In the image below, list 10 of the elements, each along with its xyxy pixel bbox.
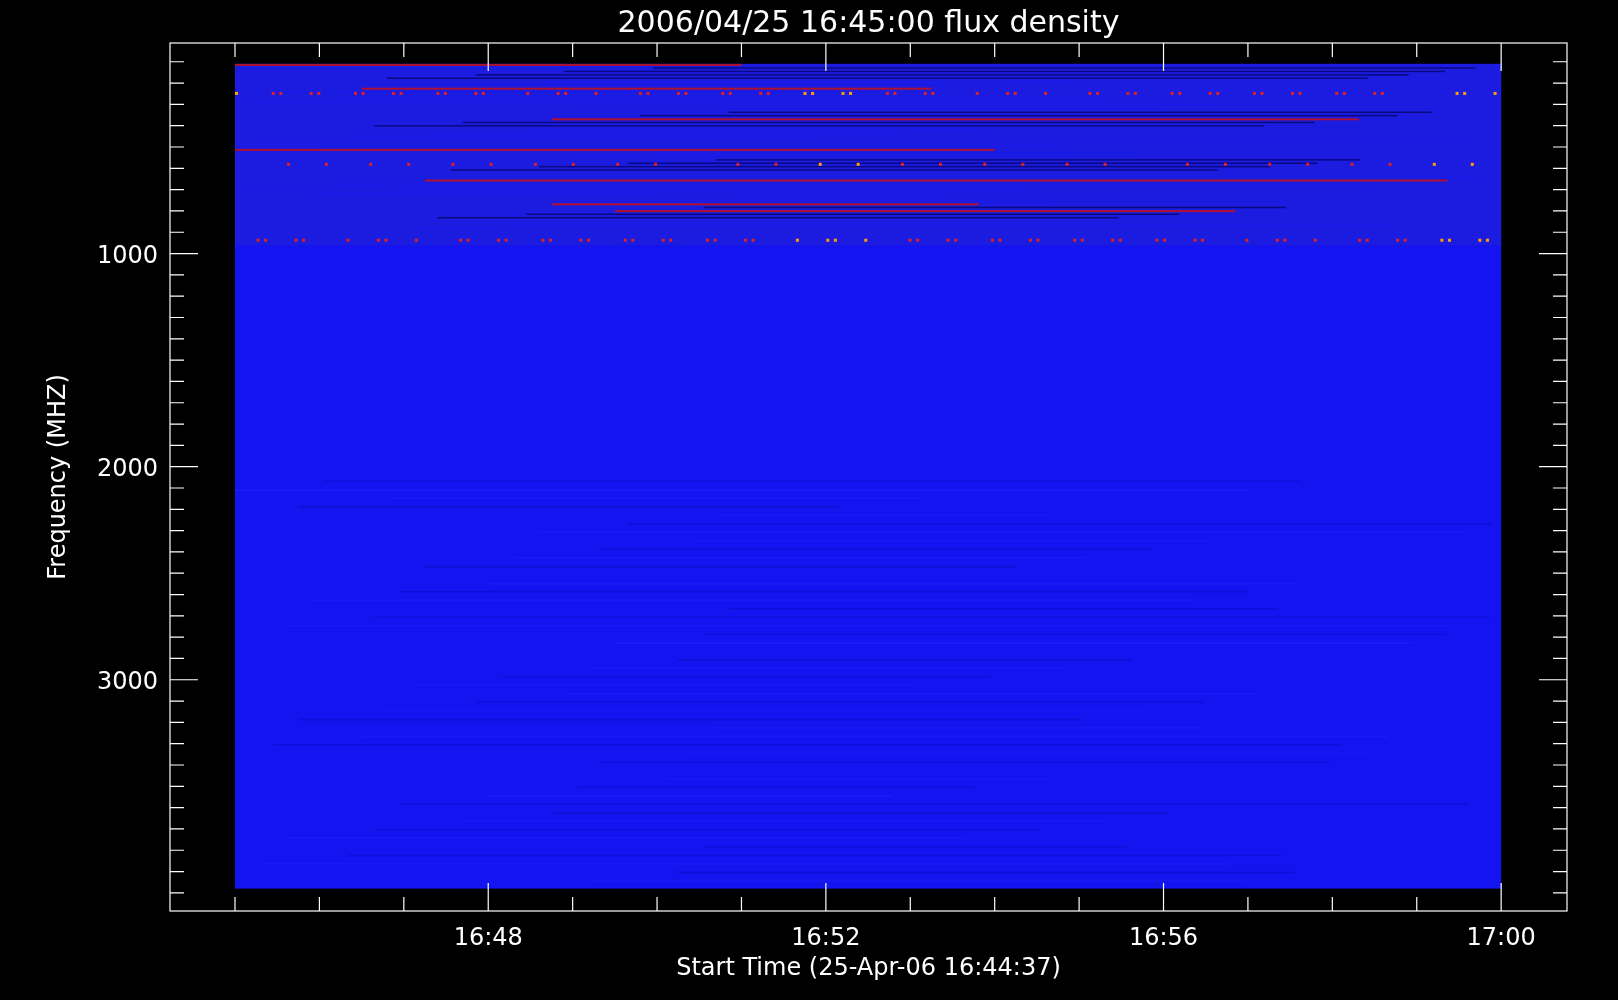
y-tick-label: 1000	[96, 240, 158, 269]
x-axis-label: Start Time (25-Apr-06 16:44:37)	[676, 953, 1061, 981]
y-tick-label: 3000	[96, 666, 158, 695]
x-tick-label: 16:52	[791, 923, 861, 951]
chart-title: 2006/04/25 16:45:00 flux density	[617, 4, 1120, 39]
x-tick-label: 17:00	[1466, 923, 1536, 951]
y-axis-label: Frequency (MHZ)	[43, 374, 71, 580]
y-tick-label: 2000	[96, 453, 158, 482]
x-tick-label: 16:56	[1128, 923, 1199, 951]
x-tick-label: 16:48	[453, 923, 523, 951]
